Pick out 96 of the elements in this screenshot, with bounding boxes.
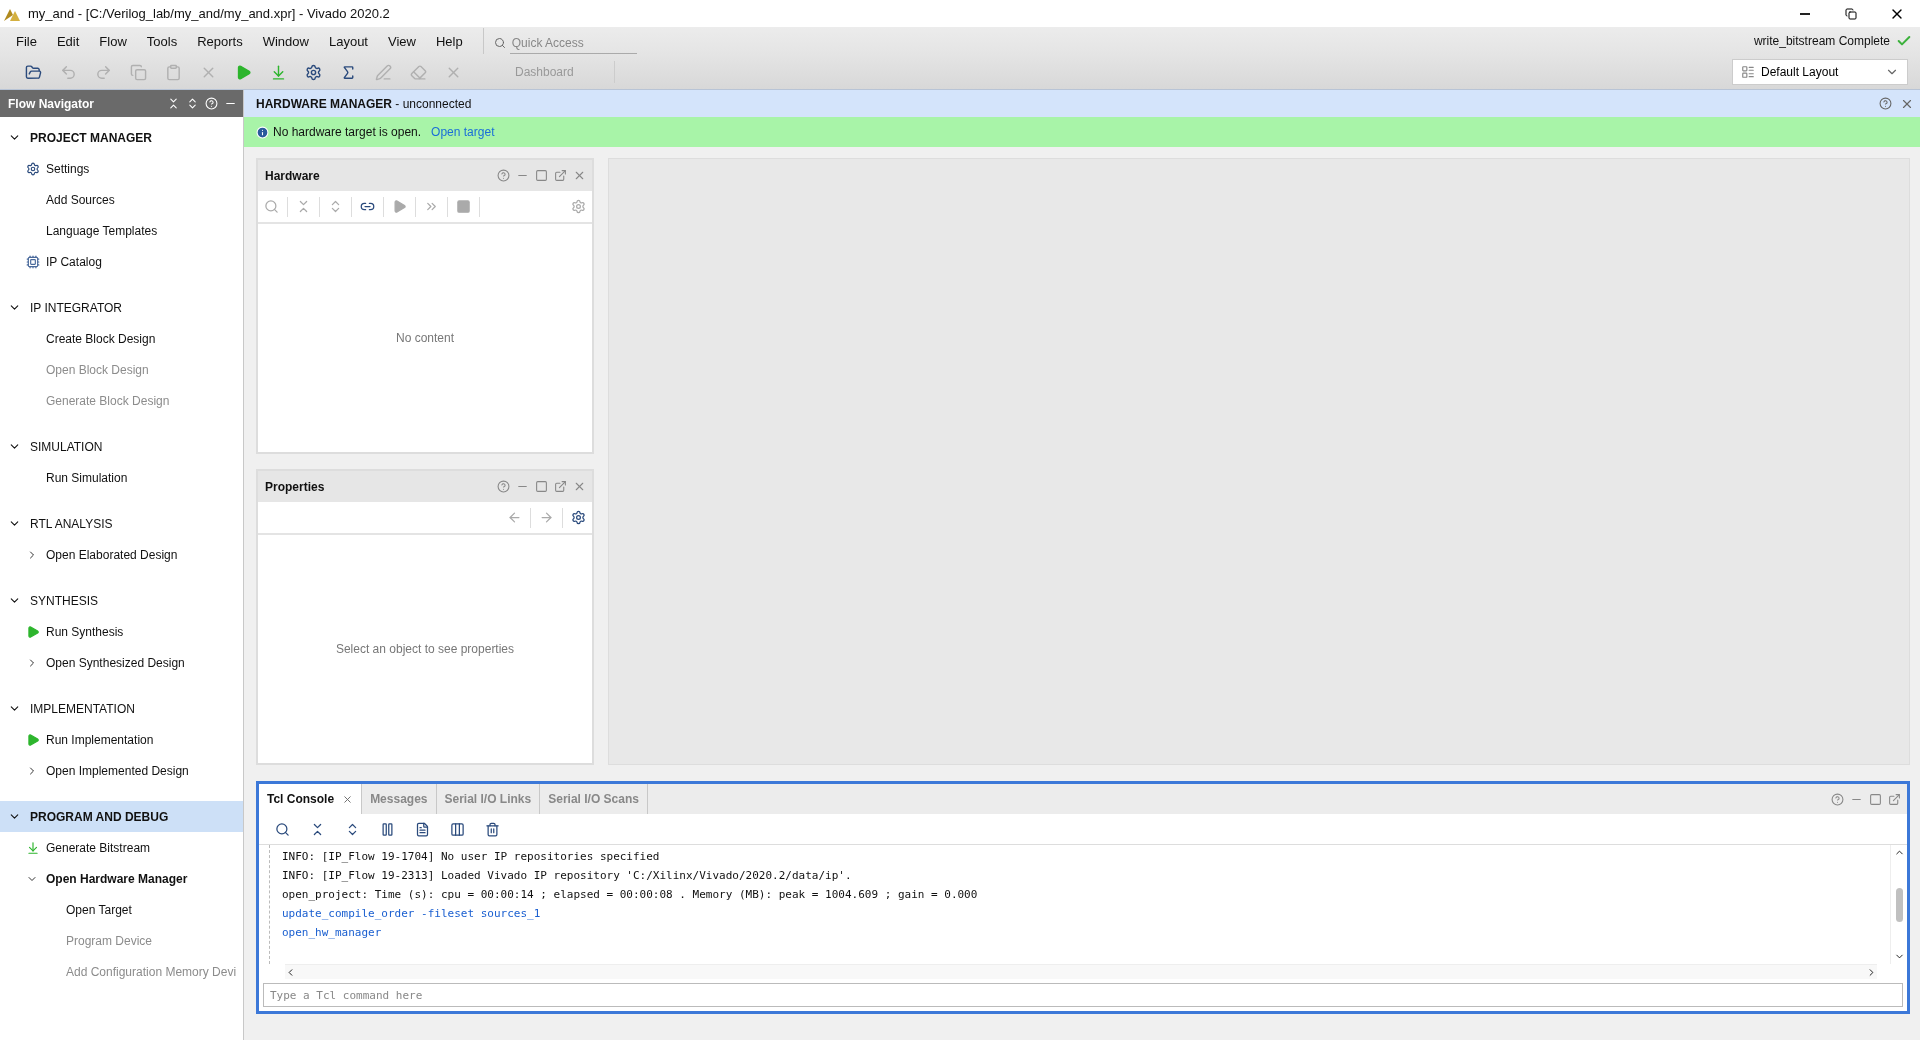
columns-icon (450, 821, 465, 837)
eraser-icon (410, 63, 427, 81)
nav-item[interactable]: Add Sources (0, 184, 243, 215)
empty-message: Select an object to see properties (335, 642, 515, 656)
layout-select[interactable]: Default Layout (1732, 59, 1908, 85)
play-icon[interactable] (392, 199, 407, 214)
menu-item[interactable]: File (6, 31, 47, 51)
horizontal-scrollbar[interactable] (285, 964, 1877, 979)
banner-text: No hardware target is open. (273, 125, 422, 139)
help-icon[interactable] (497, 480, 510, 493)
nav-section-header[interactable]: PROGRAM AND DEBUG (0, 801, 243, 832)
console-line: INFO: [IP_Flow 19-2313] Loaded Vivado IP repository 'C:/Xilinx/Vivado/2020.2/data/ip'. (282, 868, 853, 884)
search-icon (493, 37, 506, 49)
menu-item[interactable]: Help (425, 31, 473, 51)
stop-icon[interactable] (456, 199, 471, 214)
gear-icon (26, 161, 40, 176)
panel-title: Flow Navigator (8, 96, 95, 111)
document-icon (415, 821, 430, 837)
menu-item[interactable]: Reports (187, 31, 253, 51)
nav-item[interactable]: Generate Bitstream (0, 832, 243, 863)
search-icon[interactable] (264, 199, 279, 214)
nav-item[interactable]: Settings (0, 153, 243, 184)
maximize-icon[interactable] (535, 480, 548, 493)
maximize-icon[interactable] (535, 169, 548, 182)
folder-icon (25, 63, 42, 81)
download-arrow-icon (270, 63, 287, 81)
console-line: open_project: Time (s): cpu = 00:00:14 ; elapsed = 00:00:08 . Memory (MB): peak = 1004.609 ; gain = 0.000 (282, 887, 979, 903)
pause-icon (380, 821, 395, 837)
undo-icon (60, 63, 77, 81)
redo-icon (95, 63, 112, 81)
nav-item[interactable]: Run Simulation (0, 462, 243, 493)
nav-section-header[interactable]: IP INTEGRATOR (0, 292, 243, 323)
console-tab[interactable]: Tcl Console (259, 784, 363, 814)
empty-message: No content (395, 331, 454, 345)
trash-icon (485, 821, 500, 837)
tcl-command-field[interactable]: Type a Tcl command here (263, 983, 1903, 1007)
nav-item[interactable]: Open Elaborated Design (0, 539, 243, 570)
play-icon (26, 732, 40, 747)
collapse-all-icon[interactable] (167, 97, 180, 110)
status-text: write_bitstream Complete (1753, 34, 1890, 48)
settings-icon[interactable] (571, 510, 586, 525)
quick-access-field[interactable]: Quick Access (509, 36, 637, 54)
open-target-link[interactable]: Open target (431, 125, 495, 139)
nav-item[interactable]: Run Implementation (0, 724, 243, 755)
close-icon[interactable] (573, 169, 586, 182)
menu-item[interactable]: Layout (318, 31, 378, 51)
minimize-icon (1799, 12, 1811, 15)
play-icon (26, 624, 40, 639)
menu-item[interactable]: Tools (136, 31, 188, 51)
play-icon (235, 63, 252, 81)
chip-icon (26, 254, 40, 269)
download-arrow-icon (26, 840, 40, 855)
nav-section-header[interactable]: SIMULATION (0, 431, 243, 462)
nav-item[interactable]: Run Synthesis (0, 616, 243, 647)
console-line: open_hw_manager (282, 925, 383, 941)
copy-icon (130, 63, 147, 81)
header-title: HARDWARE MANAGER - unconnected (256, 96, 473, 111)
float-icon[interactable] (554, 480, 567, 493)
console-line: update_compile_order -fileset sources_1 (282, 906, 542, 922)
search-icon (275, 821, 290, 837)
info-icon (256, 125, 269, 139)
help-icon[interactable] (1831, 792, 1844, 806)
menu-item[interactable]: Window (252, 31, 319, 51)
nav-item[interactable]: Language Templates (0, 215, 243, 246)
nav-section-header[interactable]: SYNTHESIS (0, 585, 243, 616)
forward-arrow-icon[interactable] (539, 510, 554, 525)
window-title: my_and - [C:/Verilog_lab/my_and/my_and.xpr] - Vivado 2020.2 (28, 6, 391, 21)
panel-title: Hardware (265, 168, 321, 183)
restore-icon (1845, 7, 1857, 20)
help-icon[interactable] (497, 169, 510, 182)
panel-title: Properties (265, 479, 326, 494)
menu-item[interactable]: View (378, 31, 426, 51)
float-icon[interactable] (1888, 792, 1901, 806)
nav-item[interactable]: IP Catalog (0, 246, 243, 277)
nav-item[interactable]: Create Block Design (0, 323, 243, 354)
close-icon[interactable] (342, 793, 354, 805)
nav-item[interactable]: Open Hardware Manager (0, 863, 243, 894)
settings-icon (305, 63, 322, 81)
help-icon[interactable] (1879, 97, 1892, 110)
layout-icon (1741, 65, 1755, 79)
maximize-icon[interactable] (1869, 792, 1882, 806)
nav-item[interactable]: Open Synthesized Design (0, 647, 243, 678)
float-icon[interactable] (554, 169, 567, 182)
menu-item[interactable]: Edit (46, 31, 90, 51)
nav-item[interactable]: Open Implemented Design (0, 755, 243, 786)
pen-icon (375, 63, 392, 81)
nav-item[interactable]: Open Target (0, 894, 243, 925)
scrollbar-thumb[interactable] (1895, 887, 1903, 922)
paste-icon (165, 63, 182, 81)
close-icon[interactable] (573, 480, 586, 493)
nav-section-header[interactable]: RTL ANALYSIS (0, 508, 243, 539)
expand-all-icon[interactable] (186, 97, 199, 110)
console-line: INFO: [IP_Flow 19-1704] No user IP repositories specified (282, 849, 661, 865)
menu-item[interactable]: Flow (89, 31, 137, 51)
nav-section-header[interactable]: IMPLEMENTATION (0, 693, 243, 724)
nav-section-header[interactable]: PROJECT MANAGER (0, 122, 243, 153)
